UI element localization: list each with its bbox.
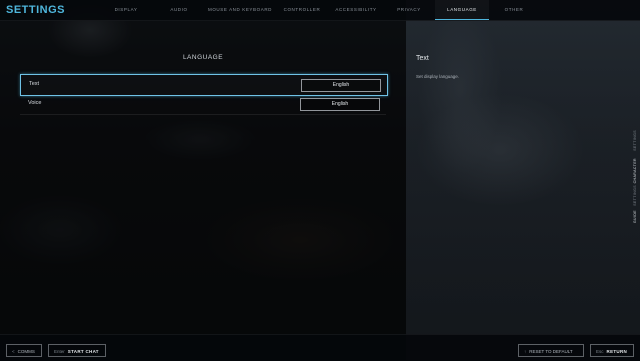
- tab-other[interactable]: OTHER: [498, 0, 530, 20]
- tab-language[interactable]: LANGUAGE: [435, 0, 489, 20]
- tab-audio[interactable]: AUDIO: [164, 0, 194, 20]
- side-label-settings[interactable]: SETTINGS: [633, 130, 637, 151]
- text-language-row[interactable]: Text English: [20, 74, 388, 96]
- side-label-guide[interactable]: GUIDE: [633, 210, 637, 223]
- tab-controller[interactable]: CONTROLLER: [280, 0, 324, 20]
- description-text: Set display language.: [416, 74, 460, 79]
- voice-language-row[interactable]: Voice English: [20, 94, 386, 115]
- description-title: Text: [416, 55, 429, 62]
- side-nav: SETTINGS CHARACTER SETTINGS GUIDE: [633, 130, 640, 230]
- settings-header: SETTINGS DISPLAY AUDIO MOUSE AND KEYBOAR…: [0, 0, 640, 21]
- start-chat-key: Enter: [54, 349, 65, 354]
- side-label-settings-2[interactable]: SETTINGS: [633, 185, 637, 206]
- text-language-label: Text: [29, 81, 40, 87]
- comms-button[interactable]: < COMMS: [6, 344, 42, 357]
- comms-label: COMMS: [17, 349, 35, 354]
- start-chat-button[interactable]: Enter START CHAT: [48, 344, 106, 357]
- footer-bar: < COMMS Enter START CHAT ↑ RESET TO DEFAULT…: [0, 334, 640, 361]
- tab-mouse-and-keyboard[interactable]: MOUSE AND KEYBOARD: [207, 0, 273, 20]
- text-language-select[interactable]: English: [301, 79, 381, 92]
- description-panel: [406, 20, 640, 334]
- reset-label: RESET TO DEFAULT: [529, 349, 573, 354]
- reset-key: ↑: [524, 349, 527, 354]
- reset-to-default-button[interactable]: ↑ RESET TO DEFAULT: [518, 344, 584, 357]
- side-label-character[interactable]: CHARACTER: [633, 158, 637, 183]
- language-section-title: LANGUAGE: [182, 54, 224, 61]
- start-chat-label: START CHAT: [67, 349, 99, 354]
- tab-privacy[interactable]: PRIVACY: [392, 0, 426, 20]
- tab-accessibility[interactable]: ACCESSIBILITY: [332, 0, 380, 20]
- tab-display[interactable]: DISPLAY: [108, 0, 144, 20]
- return-button[interactable]: Esc RETURN: [590, 344, 634, 357]
- comms-key: <: [12, 349, 15, 354]
- voice-language-select[interactable]: English: [300, 98, 380, 111]
- page-title: SETTINGS: [6, 4, 66, 16]
- voice-language-label: Voice: [28, 100, 42, 106]
- return-label: RETURN: [606, 349, 628, 354]
- return-key: Esc: [596, 349, 604, 354]
